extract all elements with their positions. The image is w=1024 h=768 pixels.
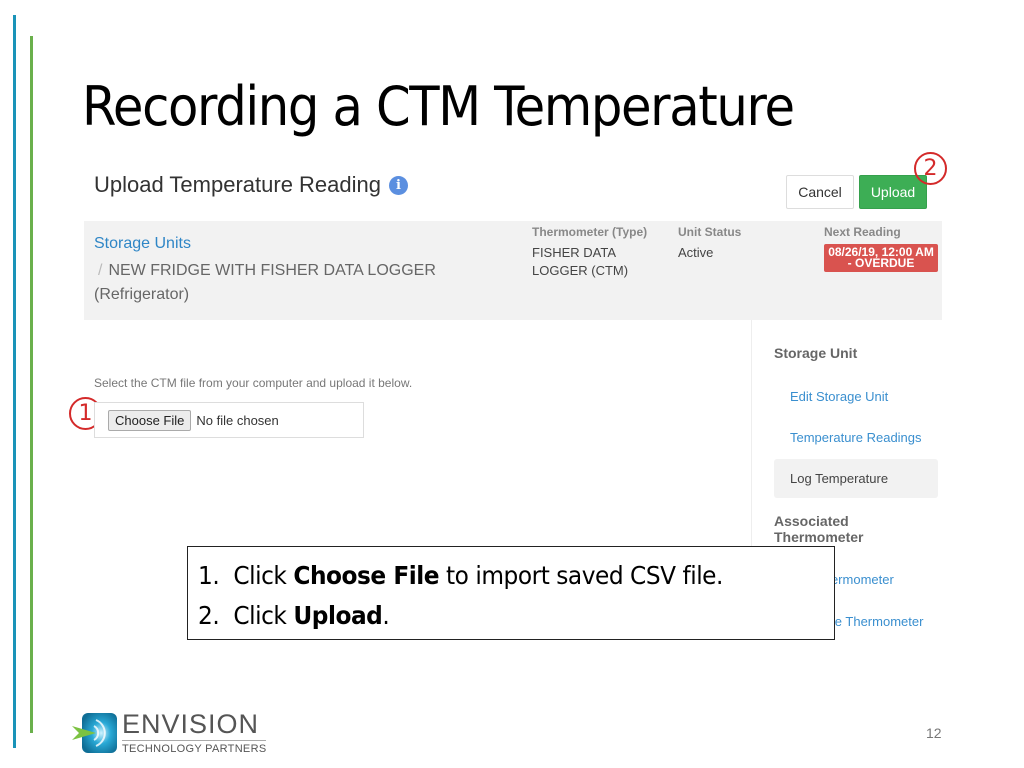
- thermometer-label: Thermometer (Type): [532, 225, 648, 239]
- note-step-text: Click: [233, 560, 294, 590]
- sidebar-item-log-temperature[interactable]: Log Temperature: [774, 459, 938, 498]
- note-step-text: .: [382, 600, 390, 630]
- choose-file-button[interactable]: Choose File: [108, 409, 192, 431]
- storage-unit-info-panel: Storage Units / NEW FRIDGE WITH FISHER DA…: [84, 221, 942, 320]
- note-step-2: 2. Click Upload .: [198, 595, 789, 635]
- breadcrumb-separator: /: [98, 262, 103, 279]
- page-title-text: Upload Temperature Reading: [94, 172, 381, 197]
- decorative-line-blue: [13, 15, 16, 748]
- note-step-text: Click: [233, 600, 294, 630]
- note-step-number: 1.: [198, 560, 220, 590]
- page-title: Upload Temperature Reading i: [94, 172, 408, 198]
- note-step-number: 2.: [198, 600, 220, 630]
- sidebar-link-edit-storage-unit[interactable]: Edit Storage Unit: [790, 389, 888, 404]
- unit-status-column: Unit Status Active: [678, 225, 788, 262]
- logo-tagline: TECHNOLOGY PARTNERS: [122, 743, 267, 755]
- note-step-bold: Upload: [293, 600, 383, 630]
- sidebar-heading-storage-unit: Storage Unit: [774, 345, 858, 361]
- logo-text: ENVISION TECHNOLOGY PARTNERS: [122, 709, 267, 755]
- upload-instruction: Select the CTM file from your computer a…: [94, 376, 413, 390]
- logo-mark-icon: [72, 712, 117, 754]
- unit-status-value: Active: [678, 245, 714, 260]
- logo-rule: [122, 740, 267, 741]
- overdue-badge: 08/26/19, 12:00 AM - OVERDUE: [824, 244, 938, 272]
- note-step-bold: Choose File: [293, 560, 440, 590]
- envision-logo: ENVISION TECHNOLOGY PARTNERS: [72, 709, 267, 755]
- upload-button[interactable]: Upload: [859, 175, 927, 209]
- thermometer-column: Thermometer (Type) FISHER DATA LOGGER (C…: [532, 225, 662, 280]
- sidebar-heading-associated-thermometer: Associated Thermometer: [774, 513, 864, 545]
- info-icon[interactable]: i: [389, 175, 408, 195]
- instruction-note-box: 1. Click Choose File to import saved CSV…: [187, 546, 835, 640]
- decorative-line-green: [30, 36, 33, 733]
- thermometer-value: FISHER DATA LOGGER (CTM): [532, 245, 629, 278]
- breadcrumb-current: / NEW FRIDGE WITH FISHER DATA LOGGER (Ref…: [94, 259, 514, 307]
- callout-step-2: 2: [914, 152, 947, 185]
- next-reading-label: Next Reading: [824, 225, 901, 239]
- slide-title: Recording a CTM Temperature: [82, 75, 795, 138]
- file-input[interactable]: Choose File No file chosen: [94, 402, 364, 438]
- next-reading-column: Next Reading 08/26/19, 12:00 AM - OVERDU…: [824, 225, 940, 272]
- breadcrumb-storage-units-link[interactable]: Storage Units: [94, 235, 191, 253]
- note-step-1: 1. Click Choose File to import saved CSV…: [198, 555, 789, 595]
- page-number: 12: [926, 725, 942, 741]
- logo-name: ENVISION: [122, 709, 260, 739]
- unit-status-label: Unit Status: [678, 225, 742, 239]
- cancel-button[interactable]: Cancel: [786, 175, 854, 209]
- no-file-chosen-text: No file chosen: [196, 412, 279, 428]
- sidebar-link-temperature-readings[interactable]: Temperature Readings: [790, 430, 922, 445]
- note-step-text: to import saved CSV file.: [439, 560, 723, 590]
- breadcrumb-current-text: NEW FRIDGE WITH FISHER DATA LOGGER (Refr…: [94, 262, 436, 303]
